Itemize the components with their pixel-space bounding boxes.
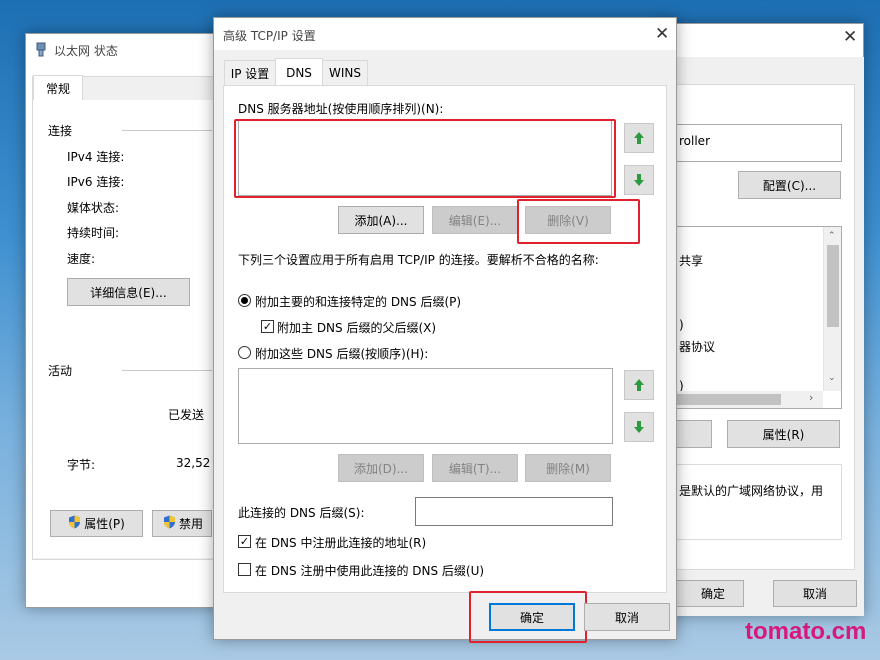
status-properties-label: 属性(P) (84, 517, 125, 531)
checkbox-register-address[interactable]: ✓ (238, 535, 251, 548)
arrow-up-icon (634, 132, 644, 144)
suffix-add-button[interactable]: 添加(D)... (338, 454, 424, 482)
dns-info-text: 下列三个设置应用于所有启用 TCP/IP 的连接。要解析不合格的名称: (238, 253, 599, 267)
tab-dns[interactable]: DNS (275, 58, 323, 86)
dns-servers-highlight (234, 119, 616, 198)
dns-add-button[interactable]: 添加(A)... (338, 206, 424, 234)
tab-wins-label: WINS (329, 66, 361, 80)
radio-append-these[interactable] (238, 346, 251, 359)
scroll-right-icon[interactable]: › (809, 391, 813, 404)
list-item-protocol[interactable]: 器协议 (679, 338, 715, 355)
checkbox-register-suffix-label[interactable]: 在 DNS 注册中使用此连接的 DNS 后缀(U) (255, 562, 484, 579)
properties-cancel-button[interactable]: 取消 (773, 580, 857, 607)
component-properties-button[interactable]: 属性(R) (727, 420, 840, 448)
properties-close-icon[interactable]: ✕ (843, 29, 857, 46)
dialog-cancel-button[interactable]: 取消 (584, 603, 670, 631)
section-activity-label: 活动 (48, 364, 73, 378)
checkbox-register-address-label[interactable]: 在 DNS 中注册此连接的地址(R) (255, 534, 426, 551)
bytes-label: 字节: (67, 458, 96, 472)
ipv6-label: IPv6 连接: (67, 175, 125, 189)
components-vertical-scrollbar[interactable]: ⌃ ⌄ (823, 227, 841, 391)
suffix-edit-button[interactable]: 编辑(T)... (432, 454, 518, 482)
adapter-name-text: roller (679, 134, 710, 148)
bytes-sent-value: 32,52 (176, 456, 211, 470)
scroll-up-icon[interactable]: ⌃ (828, 231, 836, 241)
components-list[interactable]: 共享 ) 器协议 ) ⌃ ⌄ › (661, 226, 842, 409)
dns-move-down-button[interactable] (624, 165, 654, 195)
status-window-title: 以太网 状态 (54, 44, 118, 58)
components-horizontal-scrollbar[interactable]: › (661, 391, 823, 408)
checkbox-append-parent-label[interactable]: 附加主 DNS 后缀的父后缀(X) (277, 319, 436, 336)
list-item-paren[interactable]: ) (679, 318, 684, 332)
dns-suffix-label: 此连接的 DNS 后缀(S): (238, 506, 365, 520)
shield-icon (163, 515, 176, 532)
radio-append-these-label[interactable]: 附加这些 DNS 后缀(按顺序)(H): (255, 345, 428, 362)
list-item-share[interactable]: 共享 (679, 252, 703, 269)
suffix-delete-button[interactable]: 删除(M) (525, 454, 611, 482)
dialog-title: 高级 TCP/IP 设置 (223, 29, 316, 43)
dialog-ok-highlight (469, 591, 587, 643)
dns-suffix-input[interactable] (415, 497, 613, 526)
suffix-move-down-button[interactable] (624, 412, 654, 442)
tab-ip-settings[interactable]: IP 设置 (224, 60, 276, 85)
status-properties-button[interactable]: 属性(P) (50, 510, 143, 537)
arrow-down-icon (634, 421, 644, 433)
tab-wins[interactable]: WINS (322, 60, 368, 85)
dns-servers-label: DNS 服务器地址(按使用顺序排列)(N): (238, 102, 444, 116)
activity-separator (122, 370, 212, 371)
arrow-down-icon (634, 174, 644, 186)
status-tab-page (33, 100, 219, 558)
scroll-thumb[interactable] (827, 245, 839, 327)
adapter-name-box: roller (661, 124, 842, 162)
dns-edit-button[interactable]: 编辑(E)... (432, 206, 518, 234)
media-state-label: 媒体状态: (67, 201, 120, 215)
tab-dns-label: DNS (286, 65, 312, 80)
dialog-close-icon[interactable]: ✕ (655, 26, 669, 43)
sent-label: 已发送 (168, 408, 205, 422)
dns-delete-highlight (517, 199, 640, 244)
tab-general-label: 常规 (45, 82, 70, 96)
disable-button[interactable]: 禁用 (152, 510, 212, 537)
description-box: 是默认的广域网络协议，用 (661, 464, 842, 540)
configure-button[interactable]: 配置(C)... (738, 171, 841, 199)
shield-icon (68, 515, 81, 532)
ipv4-label: IPv4 连接: (67, 150, 125, 164)
description-text: 是默认的广域网络协议，用 (679, 484, 824, 498)
dns-move-up-button[interactable] (624, 123, 654, 153)
tab-general[interactable]: 常规 (33, 75, 83, 101)
duration-label: 持续时间: (67, 226, 120, 240)
arrow-up-icon (634, 379, 644, 391)
advanced-tcpip-dialog: 高级 TCP/IP 设置 ✕ IP 设置 DNS WINS DNS 服务器地址(… (213, 17, 677, 643)
checkbox-append-parent[interactable]: ✓ (261, 320, 274, 333)
speed-label: 速度: (67, 252, 96, 266)
radio-append-primary-label[interactable]: 附加主要的和连接特定的 DNS 后缀(P) (255, 293, 461, 310)
tab-ip-settings-label: IP 设置 (230, 66, 270, 81)
scroll-down-icon[interactable]: ⌄ (828, 373, 836, 383)
dns-suffix-list[interactable] (238, 368, 613, 444)
details-button[interactable]: 详细信息(E)... (67, 278, 190, 306)
disable-label: 禁用 (179, 517, 204, 531)
connection-separator (122, 130, 212, 131)
radio-append-primary[interactable] (238, 294, 251, 307)
hscroll-thumb[interactable] (661, 394, 781, 405)
section-connection-label: 连接 (48, 124, 73, 138)
watermark: tomato.cm (745, 618, 867, 645)
suffix-move-up-button[interactable] (624, 370, 654, 400)
checkbox-register-suffix[interactable] (238, 563, 251, 576)
ethernet-properties-window: ✕ roller 配置(C)... 共享 ) 器协议 ) ⌃ ⌄ › 属性(R)… (660, 23, 864, 616)
network-adapter-icon (36, 42, 46, 58)
ethernet-status-window: 以太网 状态 常规 连接 IPv4 连接: IPv6 连接: 媒体状态: 持续时… (25, 33, 223, 608)
